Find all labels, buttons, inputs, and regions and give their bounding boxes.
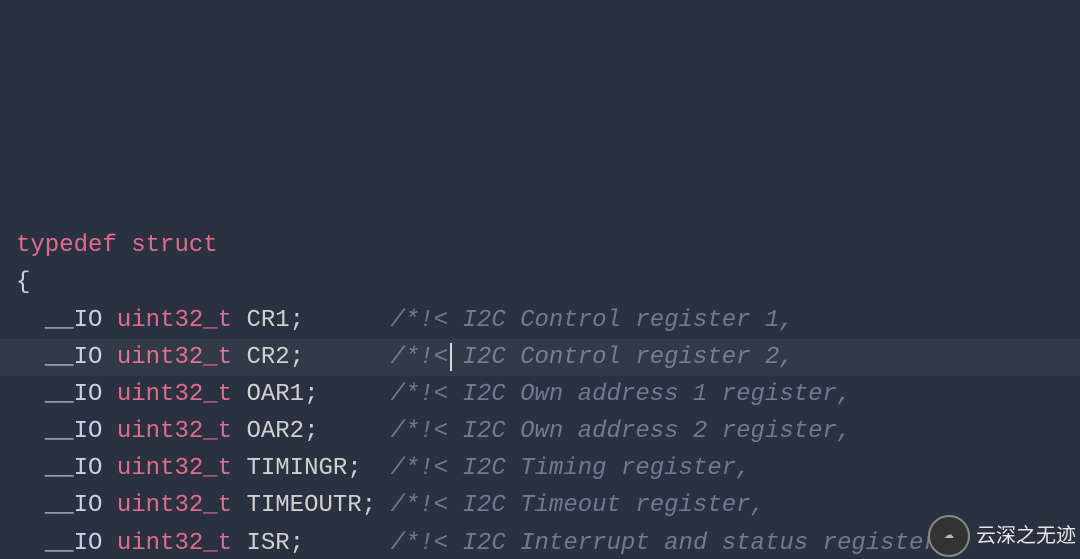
semicolon: ; [362, 492, 376, 519]
type-uint32: uint32_t [117, 418, 232, 445]
comment: /*!< I2C Own address 1 register, [390, 381, 851, 408]
code-line: { [16, 264, 1064, 301]
member-name: CR1 [246, 307, 289, 334]
member-name: TIMINGR [246, 455, 347, 482]
code-line: __IO uint32_t TIMEOUTR; /*!< I2C Timeout… [16, 487, 1064, 524]
code-line: __IO uint32_t OAR2; /*!< I2C Own address… [16, 413, 1064, 450]
semicolon: ; [304, 381, 318, 408]
member-name: ISR [246, 530, 289, 557]
semicolon: ; [347, 455, 361, 482]
type-uint32: uint32_t [117, 492, 232, 519]
comment: /*!< I2C Control register 1, [391, 307, 794, 334]
code-line: __IO uint32_t CR1; /*!< I2C Control regi… [16, 302, 1064, 339]
qualifier-io: __IO [45, 492, 103, 519]
code-line: __IO uint32_t CR2; /*!< I2C Control regi… [16, 339, 1064, 376]
semicolon: ; [290, 530, 304, 557]
type-uint32: uint32_t [117, 455, 232, 482]
member-name: CR2 [246, 344, 289, 371]
code-line: __IO uint32_t TIMINGR; /*!< I2C Timing r… [16, 450, 1064, 487]
comment: /*!< I2C Timing register, [391, 455, 751, 482]
qualifier-io: __IO [45, 418, 103, 445]
type-uint32: uint32_t [117, 344, 232, 371]
code-line: __IO uint32_t OAR1; /*!< I2C Own address… [16, 376, 1064, 413]
member-name: OAR1 [246, 381, 304, 408]
comment: /*!< I2C Control register 2, [391, 344, 794, 371]
semicolon: ; [290, 344, 304, 371]
type-uint32: uint32_t [117, 530, 232, 557]
qualifier-io: __IO [45, 530, 103, 557]
member-name: OAR2 [246, 418, 304, 445]
comment: /*!< I2C Own address 2 register, [390, 418, 851, 445]
keyword-typedef: typedef [16, 232, 117, 259]
qualifier-io: __IO [45, 307, 103, 334]
semicolon: ; [290, 307, 304, 334]
keyword-struct: struct [131, 232, 217, 259]
code-editor[interactable]: typedef struct { __IO uint32_t CR1; /*!< … [0, 0, 1080, 559]
code-line: typedef struct [16, 227, 1064, 264]
qualifier-io: __IO [45, 381, 103, 408]
code-line: __IO uint32_t ISR; /*!< I2C Interrupt an… [16, 525, 1064, 559]
member-name: TIMEOUTR [246, 492, 361, 519]
comment: /*!< I2C Timeout register, [390, 492, 764, 519]
qualifier-io: __IO [45, 344, 103, 371]
qualifier-io: __IO [45, 455, 103, 482]
type-uint32: uint32_t [117, 381, 232, 408]
comment: /*!< I2C Interrupt and status register, [391, 530, 953, 557]
brace-open: { [16, 269, 30, 296]
semicolon: ; [304, 418, 318, 445]
type-uint32: uint32_t [117, 307, 232, 334]
